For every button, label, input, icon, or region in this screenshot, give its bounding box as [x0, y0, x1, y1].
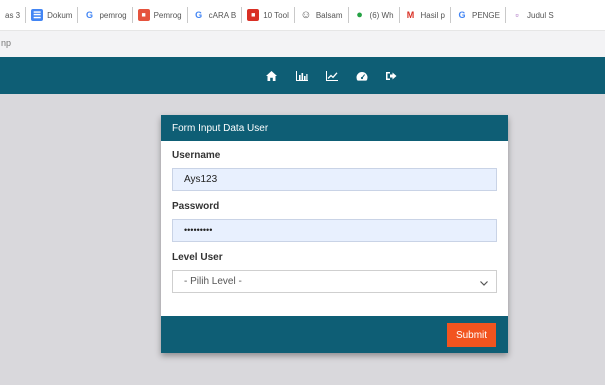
- google-icon: G: [195, 10, 203, 20]
- bookmark-0[interactable]: as 3: [0, 7, 27, 23]
- bookmark-label: Pemrog: [153, 10, 182, 20]
- bookmark-label: PENGE: [471, 10, 500, 20]
- bookmark-label: as 3: [5, 10, 21, 20]
- level-user-selected: - Pilih Level -: [184, 276, 242, 287]
- bookmark-label: 10 Tool: [263, 10, 289, 20]
- gmail-icon: M: [406, 10, 415, 20]
- bookmark-label: cARA B: [208, 10, 237, 20]
- site-icon: ■: [137, 9, 150, 21]
- bookmark-label: Hasil p: [420, 10, 445, 20]
- google-icon: G: [458, 10, 466, 20]
- chevron-down-icon: [480, 278, 488, 289]
- bookmark-label: Dokum: [47, 10, 73, 20]
- level-user-label: Level User: [172, 252, 223, 263]
- bookmark-label: pemrog: [99, 10, 127, 20]
- strip-text: np: [1, 38, 12, 48]
- password-input[interactable]: •••••••••: [172, 219, 497, 242]
- top-navbar: [0, 57, 605, 94]
- user-form-card: Form Input Data User Username Ays123 Pas…: [161, 115, 508, 353]
- site-icon: ■: [247, 9, 260, 21]
- form-footer: Submit: [161, 316, 508, 353]
- password-label: Password: [172, 201, 220, 212]
- bookmark-label: Balsam: [315, 10, 343, 20]
- dashboard-icon[interactable]: [353, 67, 371, 85]
- bookmark-9[interactable]: G PENGE: [451, 7, 506, 23]
- logout-icon[interactable]: [383, 67, 401, 85]
- bookmark-8[interactable]: M Hasil p: [400, 7, 451, 23]
- bookmark-4[interactable]: G cARA B: [188, 7, 243, 23]
- bookmark-5[interactable]: ■ 10 Tool: [242, 7, 295, 23]
- bookmark-7[interactable]: ● (6) Wh: [349, 7, 400, 23]
- form-title: Form Input Data User: [161, 115, 508, 141]
- docs-icon: ☰: [31, 9, 44, 21]
- bookmark-label: (6) Wh: [369, 10, 394, 20]
- line-chart-icon[interactable]: [323, 67, 341, 85]
- bookmark-2[interactable]: G pemrog: [78, 7, 133, 23]
- username-label: Username: [172, 150, 221, 161]
- whatsapp-icon: ●: [356, 9, 363, 21]
- bookmark-label: Judul S: [527, 10, 554, 20]
- username-input[interactable]: Ays123: [172, 168, 497, 191]
- smiley-icon: ☺: [300, 9, 312, 21]
- submit-button[interactable]: Submit: [447, 323, 496, 347]
- bookmarks-bar: as 3 ☰ Dokum G pemrog ■ Pemrog G cARA B …: [0, 0, 605, 31]
- home-icon[interactable]: [263, 67, 281, 85]
- site-icon: ▫: [515, 10, 519, 20]
- bookmark-6[interactable]: ☺ Balsam: [295, 7, 349, 23]
- google-icon: G: [85, 10, 93, 20]
- form-body: Username Ays123 Password ••••••••• Level…: [161, 141, 508, 293]
- app-strip: np: [0, 31, 605, 57]
- bookmark-3[interactable]: ■ Pemrog: [133, 7, 188, 23]
- level-user-select[interactable]: - Pilih Level -: [172, 270, 497, 293]
- bookmark-1[interactable]: ☰ Dokum: [26, 7, 79, 23]
- bookmark-10[interactable]: ▫ Judul S: [506, 7, 559, 23]
- bar-chart-icon[interactable]: [293, 67, 311, 85]
